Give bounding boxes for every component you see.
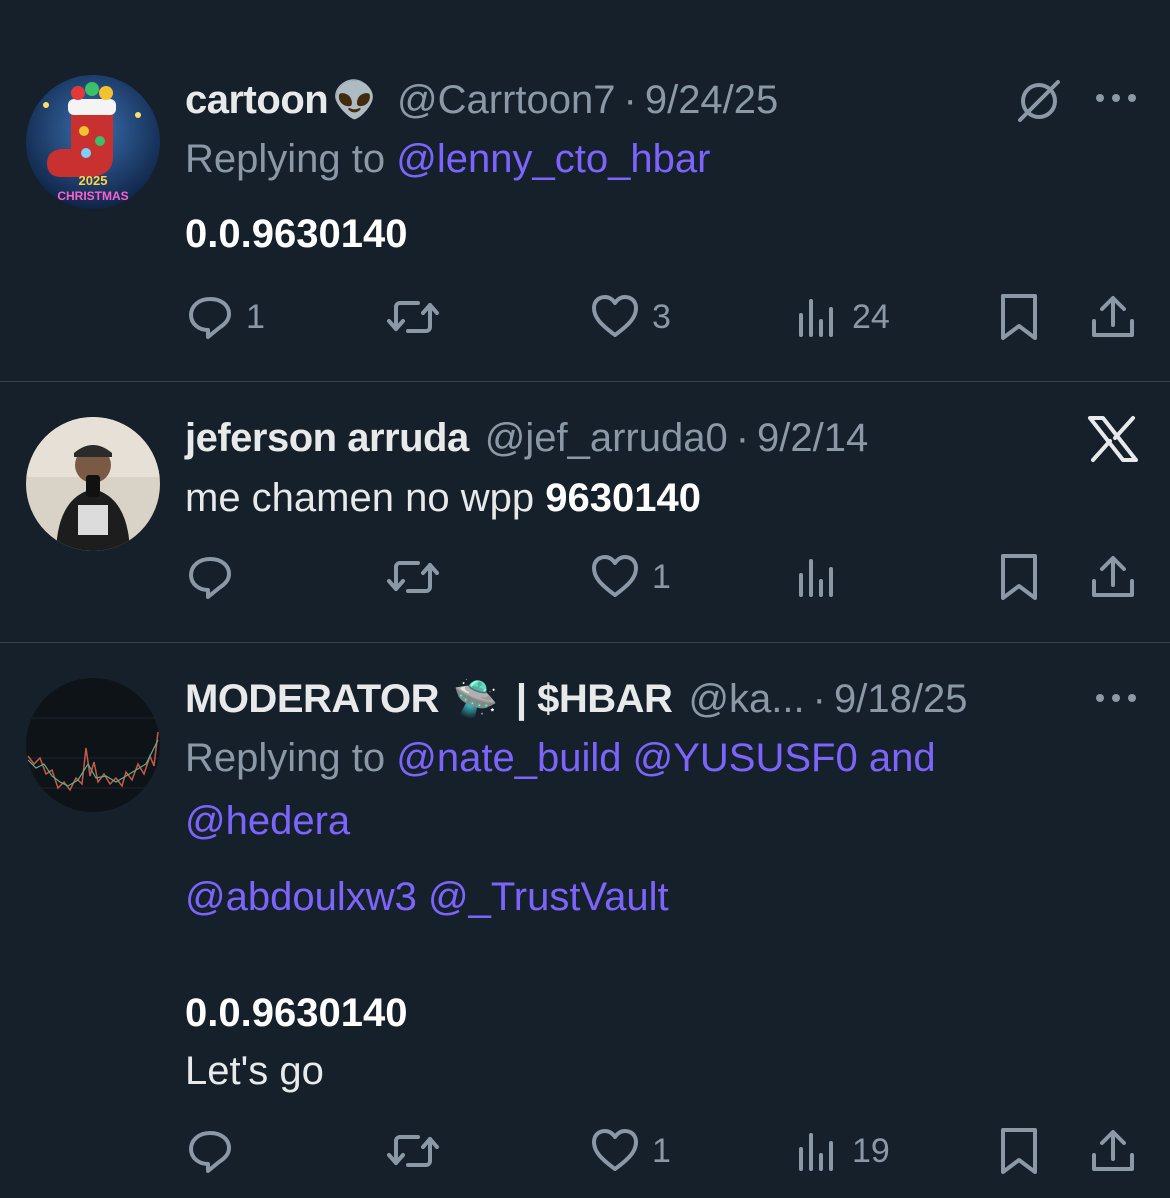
display-name[interactable]: cartoon [185,78,329,123]
display-name[interactable]: MODERATOR [185,677,440,722]
separator-dot: · [623,77,637,122]
reply-mention-link[interactable]: @YUSUSF0 [633,736,858,780]
bookmark-button[interactable] [998,1126,1040,1176]
alien-emoji: 👽 [332,79,378,120]
share-button[interactable] [1090,552,1136,602]
user-handle[interactable]: @ka... [688,677,804,722]
more-icon[interactable] [1094,88,1138,113]
reply-mention-link[interactable]: @lenny_cto_hbar [396,137,710,181]
like-button[interactable]: 1 [590,1126,671,1176]
tweet-date[interactable]: 9/24/25 [645,78,778,123]
x-logo-icon[interactable] [1086,414,1140,469]
replying-to-line: Replying to @lenny_cto_hbar [185,137,711,181]
avatar-moderator[interactable] [26,678,160,812]
retweet-icon [387,301,439,333]
mention-link[interactable]: @_TrustVault [428,875,669,919]
tweet-text-number: 9630140 [545,476,701,520]
tweet-text-line2: Let's go [185,1049,324,1093]
bookmark-button[interactable] [998,292,1040,342]
retweet-icon [387,1135,439,1167]
bookmark-icon [1001,294,1037,340]
share-icon [1092,1130,1134,1171]
tweet-text: 0.0.9630140 [185,212,408,256]
reply-mention-link[interactable]: @nate_build [396,736,621,780]
like-count: 1 [652,1131,671,1170]
grok-slash-icon[interactable] [1014,76,1064,131]
retweet-button[interactable] [386,292,440,342]
retweet-icon [387,561,439,593]
display-name[interactable]: jeferson arruda [185,416,469,461]
reply-button[interactable] [186,552,234,602]
tweet-mentions: @abdoulxw3 @_TrustVault [185,875,669,920]
separator-dot: · [812,676,826,721]
ufo-emoji: 🛸 [453,678,498,719]
reply-button[interactable]: 1 [186,292,265,342]
reply-count: 1 [246,297,265,336]
heart-icon [592,1129,638,1171]
views-button[interactable]: 24 [796,292,890,342]
avatar-cartoon[interactable]: 2025 CHRISTMAS [26,75,160,209]
tweet-header: jeferson arruda @jef_arruda0 · 9/2/14 [185,412,868,464]
separator-dot: · [735,415,750,460]
avatar-jeferson[interactable] [26,417,160,551]
christmas-stocking-avatar: 2025 CHRISTMAS [26,75,160,209]
tweet-2[interactable]: jeferson arruda @jef_arruda0 · 9/2/14 me… [0,382,1170,642]
reply-icon [189,1131,231,1173]
heart-icon [592,295,638,337]
tweet-date[interactable]: 9/18/25 [834,677,967,722]
retweet-button[interactable] [386,552,440,602]
reply-mention-and[interactable]: and [869,736,936,780]
reply-button[interactable] [186,1126,234,1176]
tweet-1[interactable]: 2025 CHRISTMAS cartoon 👽 @Carrtoon7 · 9/… [0,0,1170,381]
tweet-text: 0.0.9630140 [185,991,408,1035]
svg-text:CHRISTMAS: CHRISTMAS [57,189,128,203]
like-button[interactable]: 1 [590,552,671,602]
more-icon[interactable] [1094,688,1138,713]
views-icon [799,1133,833,1171]
tweet-text: me chamen no wpp 9630140 [185,476,701,520]
views-count: 19 [852,1131,890,1170]
retweet-button[interactable] [386,1126,440,1176]
user-handle[interactable]: @Carrtoon7 [397,78,615,123]
price-chart-avatar [26,678,160,812]
avatar-text: 2025 [79,173,108,188]
share-button[interactable] [1090,1126,1136,1176]
like-count: 1 [652,557,671,596]
heart-icon [592,555,638,597]
views-button[interactable] [796,552,840,602]
bookmark-icon [1001,1128,1037,1174]
like-button[interactable]: 3 [590,292,671,342]
share-button[interactable] [1090,292,1136,342]
views-button[interactable]: 19 [796,1126,890,1176]
user-handle[interactable]: @jef_arruda0 [485,416,728,461]
mention-link[interactable]: @abdoulxw3 [185,875,417,919]
person-photo-avatar [26,417,160,551]
replying-to-line: Replying to @nate_build @YUSUSF0 and [185,736,936,780]
tweet-3[interactable]: MODERATOR 🛸 | $HBAR @ka... · 9/18/25 Rep… [0,643,1170,1198]
tweet-header: cartoon 👽 @Carrtoon7 · 9/24/25 [185,74,778,126]
reply-mention-link[interactable]: @hedera [185,799,350,843]
reply-icon [189,297,231,339]
views-icon [799,559,833,597]
views-count: 24 [852,297,890,336]
display-name-suffix: | $HBAR [515,676,673,721]
like-count: 3 [652,297,671,336]
tweet-date[interactable]: 9/2/14 [757,416,868,461]
reply-icon [189,557,231,599]
views-icon [799,299,833,337]
share-icon [1092,556,1134,597]
replying-to-line-cont: @hedera [185,799,350,844]
bookmark-icon [1001,554,1037,600]
bookmark-button[interactable] [998,552,1040,602]
tweet-header: MODERATOR 🛸 | $HBAR @ka... · 9/18/25 [185,673,967,725]
share-icon [1092,296,1134,337]
